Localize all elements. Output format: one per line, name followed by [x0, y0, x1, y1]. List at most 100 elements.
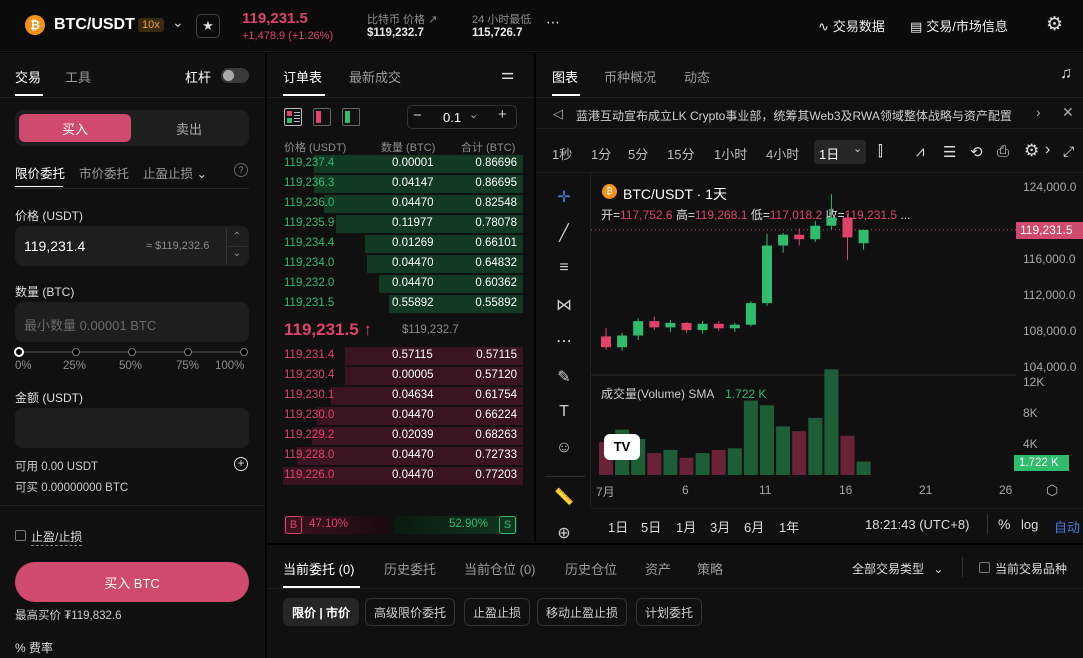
tab-trade[interactable]: 交易: [15, 67, 41, 86]
external-link-icon[interactable]: ↗: [428, 14, 437, 26]
leverage-toggle[interactable]: [221, 68, 249, 83]
ask-row[interactable]: 119,230.0 0.04470 0.66224: [277, 406, 523, 426]
chevron-right-icon[interactable]: ›: [1045, 141, 1050, 159]
range-1y[interactable]: 1年: [779, 517, 799, 536]
ask-row[interactable]: 119,229.2 0.02039 0.68263: [277, 426, 523, 446]
more-icon[interactable]: ⋯: [546, 14, 560, 31]
add-funds-icon[interactable]: +: [234, 457, 248, 471]
tab-order-history[interactable]: 历史委托: [384, 559, 436, 578]
help-icon[interactable]: ?: [234, 163, 248, 177]
chip-tp-sl[interactable]: 止盈止损: [464, 598, 531, 626]
bid-row[interactable]: 119,235.9 0.11977 0.78078: [277, 214, 523, 234]
buy-tab-button[interactable]: 买入: [19, 114, 131, 142]
tab-strategies[interactable]: 策略: [697, 559, 723, 578]
minus-icon[interactable]: −: [413, 107, 422, 124]
tab-positions[interactable]: 当前仓位 (0): [464, 559, 536, 578]
percent-scale-button[interactable]: %: [998, 516, 1010, 532]
bell-add-icon[interactable]: ♫: [1060, 65, 1072, 83]
trade-data-button[interactable]: ∿ 交易数据: [818, 16, 885, 35]
range-1m[interactable]: 1月: [676, 517, 696, 536]
order-type-limit[interactable]: 限价委托: [15, 163, 65, 182]
bid-row[interactable]: 119,237.4 0.00001 0.86696: [277, 154, 523, 174]
auto-scale-button[interactable]: 自动: [1054, 517, 1080, 536]
settings-gear-icon[interactable]: ⚙: [1046, 13, 1063, 36]
list-icon[interactable]: ☰: [943, 143, 956, 161]
pct-25[interactable]: 25%: [63, 360, 86, 372]
ask-row[interactable]: 119,226.0 0.04470 0.77203: [277, 466, 523, 486]
ask-row[interactable]: 119,228.0 0.04470 0.72733: [277, 446, 523, 466]
pct-50[interactable]: 50%: [119, 360, 142, 372]
ask-row[interactable]: 119,230.4 0.00005 0.57120: [277, 366, 523, 386]
bid-row[interactable]: 119,232.0 0.04470 0.60362: [277, 274, 523, 294]
pct-100[interactable]: 100%: [215, 360, 244, 372]
tf-1h[interactable]: 1小时: [714, 144, 747, 163]
price-up-icon[interactable]: ⌃: [226, 228, 247, 246]
chevron-down-icon[interactable]: ⌄: [469, 108, 478, 121]
range-1d[interactable]: 1日: [608, 517, 628, 536]
chip-trigger-order[interactable]: 计划委托: [636, 598, 703, 626]
chip-advanced-limit[interactable]: 高级限价委托: [365, 598, 456, 626]
tab-news[interactable]: 动态: [684, 67, 710, 86]
book-view-asks-icon[interactable]: [313, 108, 331, 126]
pct-0[interactable]: 0%: [15, 360, 32, 372]
price-down-icon[interactable]: ⌄: [226, 246, 247, 264]
text-tool-icon[interactable]: T: [552, 403, 576, 427]
precision-value[interactable]: 0.1: [443, 110, 461, 125]
close-icon[interactable]: ✕: [1062, 104, 1074, 121]
chevron-down-icon[interactable]: ⌄: [853, 142, 862, 155]
book-view-bids-icon[interactable]: [342, 108, 360, 126]
emoji-icon[interactable]: ☺: [552, 439, 576, 463]
ask-row[interactable]: 119,230.1 0.04634 0.61754: [277, 386, 523, 406]
range-3m[interactable]: 3月: [710, 517, 730, 536]
replay-icon[interactable]: ⟲: [970, 143, 983, 161]
order-type-market[interactable]: 市价委托: [79, 163, 129, 182]
range-6m[interactable]: 6月: [744, 517, 764, 536]
plus-icon[interactable]: +: [498, 106, 507, 123]
candle-type-icon[interactable]: ⫿: [878, 143, 883, 160]
channel-icon[interactable]: ⋯: [552, 331, 576, 355]
pattern-icon[interactable]: ⋈: [552, 295, 576, 319]
tp-sl-checkbox[interactable]: [15, 530, 26, 541]
chevron-right-icon[interactable]: ›: [1036, 104, 1041, 120]
chevron-down-icon[interactable]: ⌄: [172, 14, 184, 31]
current-pair-checkbox[interactable]: [979, 562, 990, 573]
tab-position-history[interactable]: 历史仓位: [565, 559, 617, 578]
tab-latest-trades[interactable]: 最新成交: [349, 67, 401, 86]
sliders-icon[interactable]: ⚌: [501, 65, 514, 83]
sell-tab-button[interactable]: 卖出: [133, 114, 245, 142]
tab-order-book[interactable]: 订单表: [283, 67, 322, 86]
tab-tools[interactable]: 工具: [65, 67, 91, 86]
tf-1d[interactable]: 1日: [819, 144, 839, 163]
tradingview-logo[interactable]: TV: [604, 434, 640, 460]
fee-label[interactable]: 费率: [29, 641, 53, 655]
fib-lines-icon[interactable]: ≡: [552, 259, 576, 283]
brush-icon[interactable]: ✎: [552, 367, 576, 391]
tab-overview[interactable]: 币种概况: [604, 67, 656, 86]
tf-15m[interactable]: 15分: [667, 144, 694, 163]
news-ticker[interactable]: 蓝港互动宣布成立LK Crypto事业部，统筹其Web3及RWA领域整体战略与资…: [576, 107, 1012, 124]
favorite-star-icon[interactable]: ★: [196, 14, 220, 38]
submit-buy-button[interactable]: 买入 BTC: [15, 562, 249, 602]
book-view-both-icon[interactable]: [284, 108, 302, 126]
bid-row[interactable]: 119,234.4 0.01269 0.66101: [277, 234, 523, 254]
chip-limit-market[interactable]: 限价 | 市价: [283, 598, 360, 626]
order-type-stop[interactable]: 止盈止损 ⌄: [143, 163, 207, 182]
candlestick-chart[interactable]: [591, 173, 1083, 508]
range-5d[interactable]: 5日: [641, 517, 661, 536]
zoom-in-icon[interactable]: ⊕: [552, 523, 576, 547]
tab-assets[interactable]: 资产: [645, 559, 671, 578]
chart-clock[interactable]: 18:21:43 (UTC+8): [865, 517, 969, 532]
tab-open-orders[interactable]: 当前委托 (0): [283, 559, 355, 578]
bid-row[interactable]: 119,234.0 0.04470 0.64832: [277, 254, 523, 274]
tf-1m[interactable]: 1分: [591, 144, 611, 163]
tf-1s[interactable]: 1秒: [552, 144, 572, 163]
fullscreen-icon[interactable]: ⤢: [1063, 143, 1074, 160]
tf-5m[interactable]: 5分: [628, 144, 648, 163]
bid-row[interactable]: 119,236.3 0.04147 0.86695: [277, 174, 523, 194]
bid-row[interactable]: 119,236.0 0.04470 0.82548: [277, 194, 523, 214]
snapshot-icon[interactable]: ⎙: [997, 143, 1009, 160]
qty-slider-handle[interactable]: [14, 347, 24, 357]
pair-name[interactable]: BTC/USDT: [54, 16, 135, 34]
amount-input[interactable]: [15, 408, 249, 448]
market-info-button[interactable]: ▤ 交易/市场信息: [910, 16, 1008, 35]
